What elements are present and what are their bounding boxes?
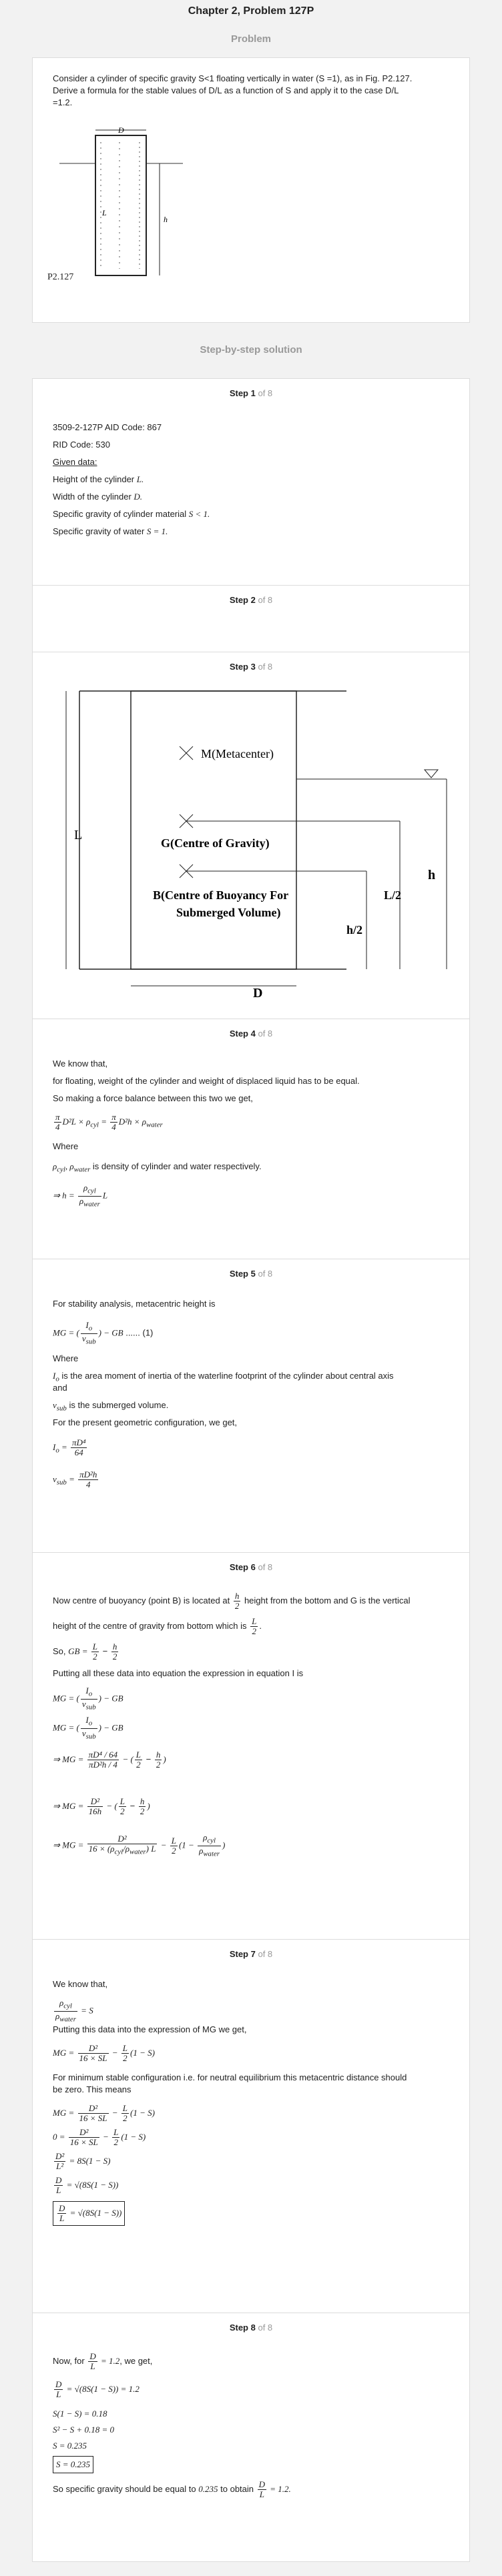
problem-heading: Problem: [230, 33, 271, 45]
page: Chapter 2, Problem 127P Problem Consider…: [0, 0, 502, 2576]
s6-line-1: Now centre of buoyancy (point B) is loca…: [53, 1591, 411, 1611]
step-4-heading: Step 4 of 8: [229, 1029, 273, 1039]
s8-final-eq: S = 0.235: [53, 2456, 94, 2473]
s5-io-note: Io is the area moment of inertia of the …: [53, 1371, 394, 1383]
buoyancy-label-2: Submerged Volume): [176, 906, 281, 920]
step-7-heading: Step 7 of 8: [229, 1949, 273, 1959]
s7-line-3: For minimum stable configuration i.e. fo…: [53, 2072, 407, 2082]
s4-force-balance-eq: π 4 D²L × ρcyl = π 4 D²h × ρwater: [54, 1112, 163, 1132]
s8-eq-3: S² − S + 0.18 = 0: [53, 2425, 114, 2435]
buoyancy-label-1: B(Centre of Buoyancy For: [153, 888, 288, 902]
s7-final-eq: DL = √(8S(1 − S)): [53, 2201, 125, 2226]
s6-eq-1: MG = (Io vsub) − GB: [53, 1686, 123, 1712]
s7-eq-1: MG = D² 16 × SL − L 2 (1 − S): [53, 2103, 155, 2123]
problem-line-2: Derive a formula for the stable values o…: [53, 85, 399, 95]
s7-line-3b: be zero. This means: [53, 2084, 132, 2094]
s8-eq-2: S(1 − S) = 0.18: [53, 2409, 107, 2419]
page-title: Chapter 2, Problem 127P: [188, 5, 314, 17]
problem-card: Consider a cylinder of specific gravity …: [32, 57, 470, 323]
s4-line-3: So making a force balance between this t…: [53, 1093, 253, 1103]
s5-io-eq: Io = πD⁴ 64: [53, 1437, 87, 1457]
s6-eq-5: ⇒ MG = D² 16 × (ρcyl/ρwater) L − L 2 (1 − ρ…: [53, 1832, 226, 1858]
step-1-heading: Step 1 of 8: [229, 388, 273, 398]
step-3-card: Step 3 of 8 L D h M(Metacenter) G(Centre…: [32, 652, 470, 1021]
figure-caption: P2.127: [47, 272, 74, 282]
s8-eq-1: DL = √(8S(1 − S)) = 1.2: [54, 2379, 140, 2399]
s6-eq-3: ⇒ MG = πD⁴ / 64 πD²h / 4 − (L 2 − h 2): [53, 1750, 166, 1770]
problem-figure: D h L: [59, 125, 183, 276]
step-5-heading: Step 5 of 8: [229, 1269, 273, 1279]
s8-eq-4: S = 0.235: [53, 2441, 87, 2451]
s5-where: Where: [53, 1353, 79, 1363]
s7-line-1: We know that,: [53, 1979, 108, 1989]
s6-eq-4: ⇒ MG = D² 16h − (L 2 − h 2): [53, 1796, 150, 1816]
s4-h-eq: ⇒ h = ρcyl ρwater L: [53, 1183, 108, 1209]
metacenter-label: M(Metacenter): [201, 747, 274, 761]
step-1-card: Step 1 of 8 3509-2-127P AID Code: 867 RI…: [32, 378, 470, 588]
given-data-label: Given data:: [53, 457, 97, 467]
s7-eq-2: 0 = D² 16 × SL − L 2 (1 − S): [53, 2127, 146, 2147]
s6-line-2: height of the centre of gravity from bot…: [53, 1616, 262, 1636]
diagram-l-label: L: [74, 828, 82, 842]
step-8-heading: Step 8 of 8: [229, 2323, 273, 2333]
s6-gb-eq: So, GB = L2 − h2: [53, 1642, 119, 1662]
s4-line-2: for floating, weight of the cylinder and…: [53, 1076, 360, 1086]
step-7-card: Step 7 of 8 We know that, ρcyl ρwater = S…: [32, 1939, 470, 2315]
diagram-h-label: h: [428, 868, 435, 882]
problem-line-1: Consider a cylinder of specific gravity …: [53, 73, 413, 83]
given-sg-water: Specific gravity of water S = 1.: [53, 526, 168, 536]
s8-line-1: Now, for DL = 1.2, we get,: [53, 2351, 153, 2371]
s6-eq-2: MG = (Io vsub) − GB: [53, 1715, 123, 1741]
s4-where: Where: [53, 1141, 79, 1151]
problem-line-3: =1.2.: [53, 97, 73, 107]
fig-h-label: h: [164, 215, 168, 224]
step-6-heading: Step 6 of 8: [229, 1562, 273, 1572]
given-height: Height of the cylinder L.: [53, 474, 144, 484]
diagram-h2-label: h/2: [346, 923, 362, 936]
s7-eq-3: D² L² = 8S(1 − S): [54, 2151, 111, 2171]
step-3-heading: Step 3 of 8: [229, 662, 273, 672]
s6-line-4: Putting all these data into equation the…: [53, 1668, 304, 1678]
step-8-card: Step 8 of 8 Now, for DL = 1.2, we get, D…: [32, 2313, 470, 2562]
step-4-card: Step 4 of 8 We know that, for floating, …: [32, 1019, 470, 1261]
s7-eq-4: DL = √(8S(1 − S)): [54, 2175, 119, 2195]
s4-line-1: We know that,: [53, 1059, 108, 1069]
step-6-card: Step 6 of 8 Now centre of buoyancy (poin…: [32, 1552, 470, 1942]
s8-conclusion: So specific gravity should be equal to 0…: [53, 2479, 291, 2499]
s5-vsub-eq: vsub = πD²h 4: [53, 1469, 99, 1489]
diagram-d-label: D: [253, 986, 262, 999]
s7-mg-eq: MG = D² 16 × SL − L 2 (1 − S): [53, 2043, 155, 2063]
s4-density-note: ρcyl, ρwater is density of cylinder and …: [53, 1161, 262, 1174]
s5-line-1: For stability analysis, metacentric heig…: [53, 1299, 216, 1309]
given-width: Width of the cylinder D.: [53, 492, 143, 502]
s5-vsub-note: vsub is the submerged volume.: [53, 1400, 169, 1413]
s7-ratio-eq: ρcyl ρwater = S: [54, 1998, 93, 2024]
s7-line-2: Putting this data into the expression of…: [53, 2024, 247, 2034]
diagram-l2-label: L/2: [384, 888, 401, 902]
gravity-label: G(Centre of Gravity): [161, 836, 270, 850]
step-5-card: Step 5 of 8 For stability analysis, meta…: [32, 1259, 470, 1555]
fig-d-label: D: [117, 125, 124, 135]
rid-code: RID Code: 530: [53, 440, 110, 450]
aid-code: 3509-2-127P AID Code: 867: [53, 422, 162, 432]
fig-l-label: L: [101, 208, 107, 217]
step-2-card: Step 2 of 8: [32, 585, 470, 654]
solution-heading: Step-by-step solution: [200, 344, 302, 356]
given-sg-cylinder: Specific gravity of cylinder material S …: [53, 509, 210, 519]
cylinder-diagram: L D h M(Metacenter) G(Centre of Gravity)…: [65, 690, 447, 999]
s5-and: and: [53, 1383, 67, 1393]
s5-line-5: For the present geometric configuration,…: [53, 1417, 238, 1427]
s5-mg-eq: MG = (Io vsub) − GB ...... (1): [53, 1320, 154, 1346]
step-2-heading: Step 2 of 8: [229, 595, 273, 605]
